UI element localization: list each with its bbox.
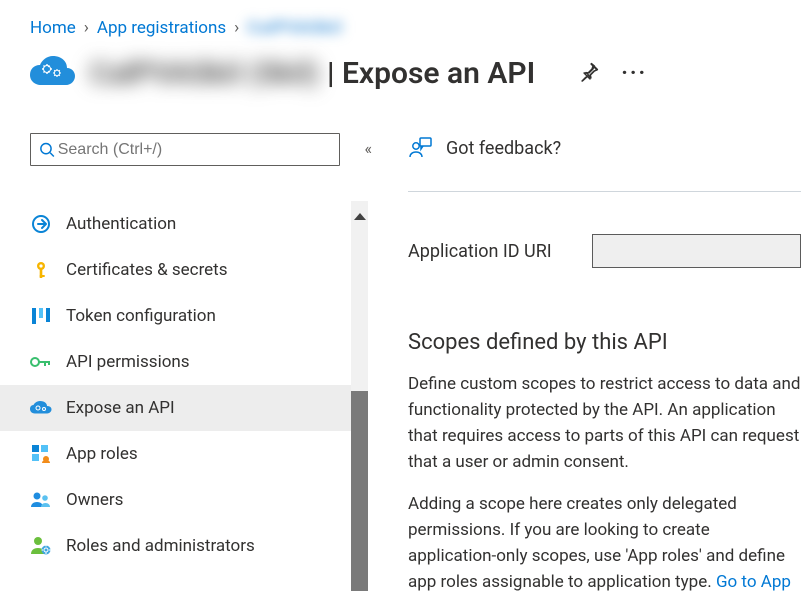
scopes-heading: Scopes defined by this API [408,330,801,355]
breadcrumb-home[interactable]: Home [30,18,76,38]
page-title: | Expose an API [327,56,535,91]
scrollbar-thumb[interactable] [351,391,368,591]
more-icon[interactable]: ··· [621,61,647,86]
sidebar-item-label: Roles and administrators [66,536,255,556]
sidebar-item-label: App roles [66,444,138,464]
sidebar-item-authentication[interactable]: Authentication [0,201,368,247]
sidebar-item-expose-an-api[interactable]: Expose an API [0,385,368,431]
feedback-link[interactable]: Got feedback? [408,131,801,165]
breadcrumb: Home › App registrations › CalPVASkil [0,0,801,44]
scopes-description-1: Define custom scopes to restrict access … [408,371,801,475]
sidebar-item-token-configuration[interactable]: Token configuration [0,293,368,339]
sidebar-item-label: API permissions [66,352,190,372]
sidebar-item-label: Token configuration [66,306,216,326]
sidebar-item-label: Owners [66,490,123,510]
sidebar-item-owners[interactable]: Owners [0,477,368,523]
search-icon [39,141,56,159]
sidebar-item-certificates-secrets[interactable]: Certificates & secrets [0,247,368,293]
page-title-app-name-redacted: CalPVASkil (Skil) [90,56,319,91]
sidebar-item-api-permissions[interactable]: API permissions [0,339,368,385]
sidebar-nav: Authentication Certificates & secrets [0,201,368,589]
pin-icon[interactable] [579,62,599,86]
roles-admin-icon [30,536,52,556]
sidebar-item-app-roles[interactable]: App roles [0,431,368,477]
search-input-container[interactable] [30,133,340,166]
api-permissions-icon [30,354,52,370]
authentication-icon [30,214,52,234]
chevron-right-icon: › [84,18,89,38]
search-input[interactable] [56,140,332,160]
app-id-uri-label: Application ID URI [408,241,552,262]
breadcrumb-app-registrations[interactable]: App registrations [97,18,226,38]
chevron-right-icon: › [234,18,239,38]
app-id-uri-input[interactable] [592,234,801,268]
sidebar-item-label: Expose an API [66,398,175,418]
owners-icon [30,491,52,509]
page-title-row: CalPVASkil (Skil) | Expose an API ··· [0,44,801,133]
sidebar-item-label: Authentication [66,214,176,234]
scroll-up-icon[interactable] [354,213,366,220]
key-icon [30,260,52,280]
feedback-icon [408,137,432,159]
app-roles-icon [30,445,52,463]
feedback-label: Got feedback? [446,138,561,159]
breadcrumb-app-name-redacted: CalPVASkil [247,18,343,38]
expose-api-icon [30,400,52,416]
scrollbar-track[interactable] [351,201,368,589]
divider [408,191,801,192]
sidebar-item-roles-administrators[interactable]: Roles and administrators [0,523,368,569]
app-cloud-icon [28,54,76,93]
sidebar-item-label: Certificates & secrets [66,260,228,280]
scopes-description-2: Adding a scope here creates only delegat… [408,491,801,591]
token-icon [30,307,52,325]
